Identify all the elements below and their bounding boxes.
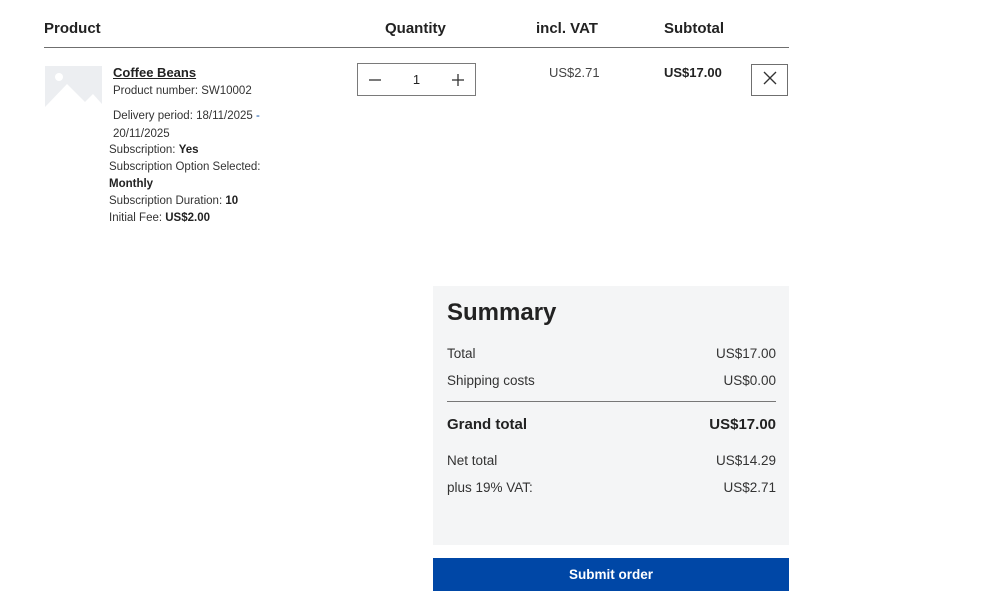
column-header-subtotal: Subtotal	[664, 20, 724, 37]
total-label: Total	[447, 346, 476, 361]
remove-item-button[interactable]	[751, 64, 788, 96]
image-placeholder-icon[interactable]	[45, 66, 102, 107]
subscription-duration-value: 10	[225, 195, 239, 207]
column-header-product: Product	[44, 20, 101, 37]
minus-icon[interactable]	[360, 64, 390, 95]
initial-fee-value: US$2.00	[165, 212, 211, 224]
subscription-duration: Subscription Duration: 10	[109, 195, 239, 207]
summary-title: Summary	[447, 299, 557, 326]
summary-row-net-total: Net total US$14.29	[447, 453, 776, 468]
subscription-row: Subscription: Yes	[109, 144, 199, 156]
submit-order-button[interactable]: Submit order	[433, 558, 789, 591]
header-divider	[44, 47, 789, 48]
subscription-option-label: Subscription Option Selected:	[109, 161, 261, 173]
delivery-start: Delivery period: 18/11/2025	[113, 110, 253, 122]
net-total-label: Net total	[447, 453, 498, 468]
subscription-details: Subscription: Yes Subscription Option Se…	[109, 142, 309, 227]
close-icon	[763, 71, 777, 90]
vat-value: US$2.71	[723, 480, 776, 495]
delivery-period: Delivery period: 18/11/2025 - 20/11/2025	[113, 107, 293, 143]
plus-icon[interactable]	[443, 64, 473, 95]
subscription-option-value: Monthly	[109, 178, 154, 190]
product-name-link[interactable]: Coffee Beans	[113, 65, 196, 80]
shipping-label: Shipping costs	[447, 373, 535, 388]
summary-row-total: Total US$17.00	[447, 346, 776, 361]
delivery-separator: -	[256, 110, 260, 122]
vat-label: plus 19% VAT:	[447, 480, 533, 495]
net-total-value: US$14.29	[715, 453, 776, 468]
summary-row-vat: plus 19% VAT: US$2.71	[447, 480, 776, 495]
product-number: Product number: SW10002	[113, 85, 252, 97]
subscription-value: Yes	[178, 144, 199, 156]
item-subtotal: US$17.00	[664, 65, 722, 80]
grand-total-value: US$17.00	[709, 416, 776, 433]
shipping-value: US$0.00	[723, 373, 776, 388]
total-value: US$17.00	[715, 346, 776, 361]
order-summary-panel: Summary Total US$17.00 Shipping costs US…	[433, 286, 789, 545]
summary-row-shipping: Shipping costs US$0.00	[447, 373, 776, 388]
initial-fee: Initial Fee: US$2.00	[109, 212, 211, 224]
delivery-end: 20/11/2025	[113, 128, 170, 140]
grand-total-label: Grand total	[447, 416, 528, 433]
column-header-incl-vat: incl. VAT	[536, 20, 598, 37]
quantity-stepper[interactable]: 1	[357, 63, 476, 96]
summary-row-grand-total: Grand total US$17.00	[447, 416, 776, 433]
quantity-input[interactable]: 1	[393, 64, 440, 95]
item-incl-vat: US$2.71	[549, 65, 600, 80]
column-header-quantity: Quantity	[385, 20, 446, 37]
summary-divider	[447, 401, 776, 402]
